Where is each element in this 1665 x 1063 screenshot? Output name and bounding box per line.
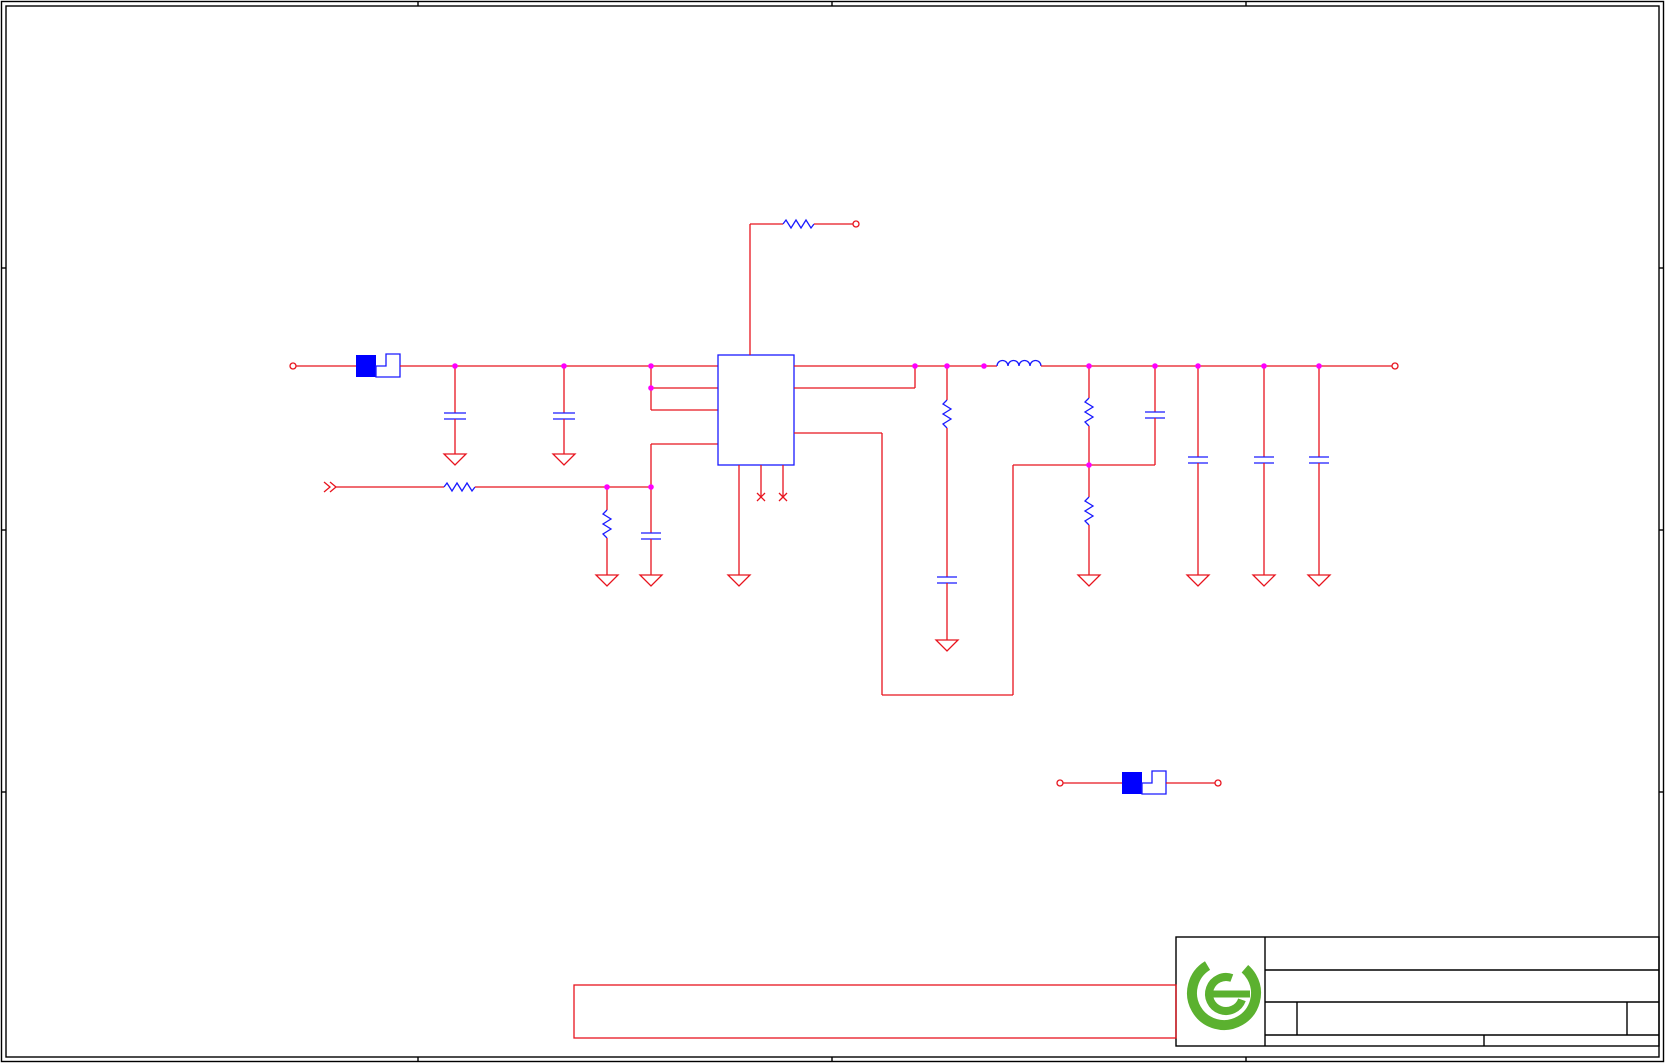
ground-symbol: [1306, 574, 1332, 587]
input-fuse-filled: [356, 355, 376, 377]
sheet-frame: [0, 0, 1665, 1063]
ground-symbol: [594, 574, 620, 587]
vout-port: [1391, 362, 1399, 370]
vin-port: [289, 362, 297, 370]
enable-pulldown-resistor: [594, 487, 620, 587]
ic-no-connect-pins: [756, 465, 788, 502]
notes-box: [573, 984, 1177, 1039]
green-e-logo: [1187, 956, 1261, 1030]
output-capacitor-3: [1306, 366, 1332, 587]
feedback-divider: [1076, 366, 1102, 587]
feedforward-capacitor: [1145, 366, 1165, 465]
ground-symbol: [551, 453, 577, 466]
regulator-ic: [717, 354, 795, 466]
output-inductor: [984, 359, 1399, 370]
output-capacitor-2: [1251, 366, 1277, 587]
input-fuse-outline: [375, 353, 401, 378]
offpage-connector: [323, 481, 338, 493]
junction-dots: [452, 363, 1322, 490]
ic-ground-pin: [726, 465, 752, 587]
secondary-fuse: [1056, 770, 1222, 795]
ground-symbol: [1185, 574, 1211, 587]
ground-symbol: [934, 639, 960, 652]
enable-resistor: [443, 481, 476, 493]
ground-symbol: [638, 574, 664, 587]
input-capacitor-2: [551, 366, 577, 466]
ground-symbol: [1251, 574, 1277, 587]
output-capacitor-1: [1185, 366, 1211, 587]
ground-symbol: [1076, 574, 1102, 587]
top-port: [852, 220, 860, 228]
ic-left-connections: [650, 366, 718, 487]
enable-capacitor: [638, 487, 664, 587]
ic-right-connections: [794, 365, 1155, 696]
input-capacitor-1: [442, 366, 468, 466]
top-feed-resistor: [749, 218, 860, 355]
snubber-rc: [934, 366, 960, 652]
ground-symbol: [726, 574, 752, 587]
input-rail: [289, 353, 718, 378]
ground-symbol: [442, 453, 468, 466]
schematic-sheet: [0, 0, 1665, 1063]
enable-input: [323, 481, 651, 493]
